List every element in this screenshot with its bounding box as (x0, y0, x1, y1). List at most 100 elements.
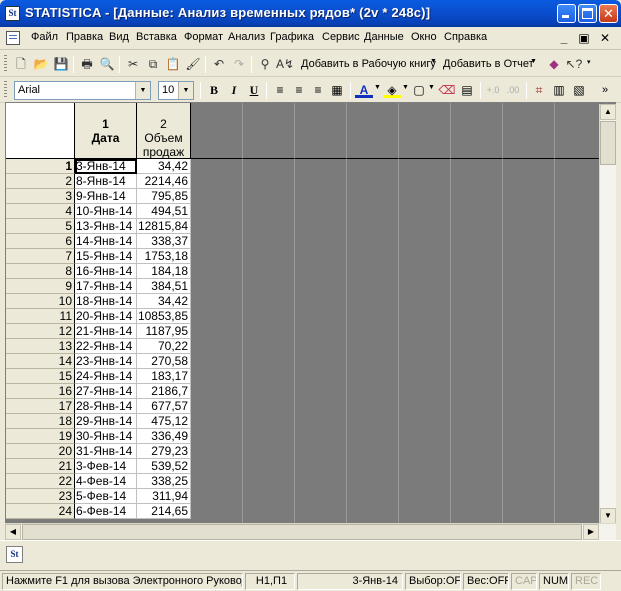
print-icon[interactable]: 🖶 (78, 56, 96, 73)
font-size-select[interactable]: 10 ▼ (158, 81, 194, 100)
row-header[interactable]: 20 (6, 444, 75, 459)
menu-item[interactable]: Графика (270, 31, 314, 43)
table-cell-date[interactable]: 3-Янв-14 (75, 159, 137, 174)
spreadsheet-grid[interactable]: 1 Дата 2 Объем продаж 1 3-Янв-14 34,42 2 8-Я… (5, 102, 616, 537)
scroll-up-icon[interactable]: ▲ (600, 104, 616, 120)
table-cell-date[interactable]: 22-Янв-14 (75, 339, 137, 354)
select-all-corner[interactable] (6, 103, 75, 159)
row-header[interactable]: 16 (6, 384, 75, 399)
row-header[interactable]: 5 (6, 219, 75, 234)
table-cell-date[interactable]: 8-Янв-14 (75, 174, 137, 189)
row-header[interactable]: 15 (6, 369, 75, 384)
cases-spec-icon[interactable]: ▧ (570, 82, 588, 99)
print-preview-icon[interactable]: 🔍 (98, 56, 116, 73)
merge-icon[interactable]: ▦ (328, 82, 346, 99)
menu-item[interactable]: Вид (109, 31, 129, 43)
row-header[interactable]: 18 (6, 414, 75, 429)
row-header[interactable]: 13 (6, 339, 75, 354)
vertical-scrollbar[interactable]: ▲ ▼ (599, 104, 616, 524)
table-cell-date[interactable]: 27-Янв-14 (75, 384, 137, 399)
horizontal-scrollbar[interactable]: ◀ ▶ (5, 523, 616, 540)
table-cell-sales[interactable]: 338,37 (137, 234, 191, 249)
title-bar[interactable]: St STATISTICA - [Данные: Анализ временны… (0, 0, 621, 27)
row-header[interactable]: 7 (6, 249, 75, 264)
table-cell-sales[interactable]: 795,85 (137, 189, 191, 204)
align-right-icon[interactable]: ≡ (309, 82, 327, 99)
row-header[interactable]: 24 (6, 504, 75, 519)
row-header[interactable]: 19 (6, 429, 75, 444)
help-pointer-icon[interactable]: ↖? (565, 56, 583, 73)
underline-icon[interactable]: U (245, 82, 263, 99)
row-header[interactable]: 4 (6, 204, 75, 219)
font-color-icon[interactable]: A (355, 82, 373, 98)
menu-item[interactable]: Справка (444, 31, 487, 43)
row-header[interactable]: 11 (6, 309, 75, 324)
table-cell-date[interactable]: 24-Янв-14 (75, 369, 137, 384)
book-icon[interactable]: ◆ (545, 56, 563, 73)
find-binoculars-icon[interactable]: ⚲ (256, 56, 274, 73)
table-cell-date[interactable]: 29-Янв-14 (75, 414, 137, 429)
chevron-down-icon[interactable]: ▼ (430, 58, 437, 65)
row-header[interactable]: 1 (6, 159, 75, 174)
table-cell-sales[interactable]: 384,51 (137, 279, 191, 294)
menu-item[interactable]: Анализ (228, 31, 265, 43)
table-cell-date[interactable]: 31-Янв-14 (75, 444, 137, 459)
table-cell-sales[interactable]: 183,17 (137, 369, 191, 384)
scroll-left-icon[interactable]: ◀ (5, 524, 21, 540)
row-header[interactable]: 22 (6, 474, 75, 489)
document-icon[interactable] (6, 31, 20, 45)
table-cell-date[interactable]: 5-Фев-14 (75, 489, 137, 504)
row-header[interactable]: 12 (6, 324, 75, 339)
empty-column-header[interactable] (503, 103, 555, 159)
increase-decimal-icon[interactable]: +.0 (484, 82, 502, 99)
chevron-down-icon[interactable]: ▼ (135, 82, 150, 99)
chevron-down-icon[interactable]: ▼ (402, 84, 409, 91)
minimized-window-icon[interactable]: St (6, 546, 23, 563)
borders-icon[interactable]: ▢ (410, 82, 428, 99)
table-cell-sales[interactable]: 475,12 (137, 414, 191, 429)
status-selection[interactable]: Выбор:OFF (405, 573, 461, 590)
table-cell-date[interactable]: 10-Янв-14 (75, 204, 137, 219)
menu-item[interactable]: Сервис (322, 31, 360, 43)
menu-item[interactable]: Окно (411, 31, 437, 43)
table-cell-sales[interactable]: 494,51 (137, 204, 191, 219)
table-cell-date[interactable]: 3-Фев-14 (75, 459, 137, 474)
undo-icon[interactable]: ↶ (210, 56, 228, 73)
chevron-down-icon[interactable]: ▼ (530, 58, 537, 65)
vertical-scroll-thumb[interactable] (600, 121, 616, 165)
menu-item[interactable]: Формат (184, 31, 223, 43)
decrease-decimal-icon[interactable]: .00 (504, 82, 522, 99)
table-cell-date[interactable]: 18-Янв-14 (75, 294, 137, 309)
table-cell-sales[interactable]: 270,58 (137, 354, 191, 369)
table-cell-date[interactable]: 15-Янв-14 (75, 249, 137, 264)
menu-item[interactable]: Правка (66, 31, 103, 43)
table-cell-sales[interactable]: 2186,7 (137, 384, 191, 399)
row-header[interactable]: 6 (6, 234, 75, 249)
toolbar-grip[interactable] (4, 81, 7, 99)
toolbar-overflow-icon[interactable]: » (596, 82, 614, 99)
paste-icon[interactable]: 📋 (164, 56, 182, 73)
add-to-report-button[interactable]: Добавить в Отчет (443, 58, 534, 70)
table-cell-sales[interactable]: 214,65 (137, 504, 191, 519)
italic-icon[interactable]: I (225, 82, 243, 99)
table-cell-sales[interactable]: 336,49 (137, 429, 191, 444)
table-cell-sales[interactable]: 10853,85 (137, 309, 191, 324)
table-cell-sales[interactable]: 70,22 (137, 339, 191, 354)
table-cell-date[interactable]: 23-Янв-14 (75, 354, 137, 369)
eraser-icon[interactable]: ⌫ (438, 82, 456, 99)
table-cell-date[interactable]: 6-Фев-14 (75, 504, 137, 519)
empty-column-header[interactable] (191, 103, 243, 159)
maximize-button[interactable] (578, 4, 597, 23)
add-to-workbook-button[interactable]: Добавить в Рабочую книгу (301, 58, 436, 70)
table-cell-date[interactable]: 13-Янв-14 (75, 219, 137, 234)
table-cell-sales[interactable]: 279,23 (137, 444, 191, 459)
variables-spec-icon[interactable]: ▥ (550, 82, 568, 99)
empty-column-header[interactable] (399, 103, 451, 159)
chevron-down-icon[interactable]: ▼ (178, 82, 193, 99)
table-cell-sales[interactable]: 539,52 (137, 459, 191, 474)
table-cell-sales[interactable]: 12815,84 (137, 219, 191, 234)
empty-column-header[interactable] (295, 103, 347, 159)
row-header[interactable]: 21 (6, 459, 75, 474)
mdi-close-button[interactable]: ✕ (597, 31, 613, 46)
minimize-button[interactable] (557, 4, 576, 23)
